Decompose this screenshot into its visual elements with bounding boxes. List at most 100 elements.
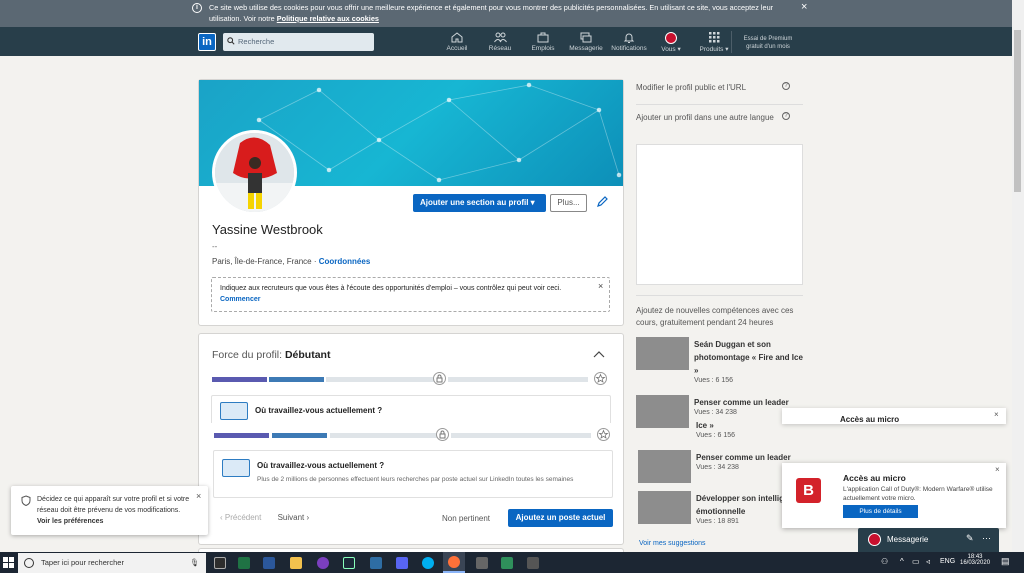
course-thumbnail[interactable]	[638, 450, 691, 483]
shield-icon	[21, 495, 31, 506]
recruiter-text: Indiquez aux recruteurs que vous êtes à …	[220, 285, 562, 292]
open-to-recruiters-box: Indiquez aux recruteurs que vous êtes à …	[211, 277, 610, 312]
network-tray-icon[interactable]: ▭	[912, 557, 920, 566]
app-icon[interactable]	[527, 557, 539, 569]
task-view-icon[interactable]	[214, 557, 226, 569]
add-position-button[interactable]: Ajoutez un poste actuel	[508, 509, 613, 527]
strength-bar-empty	[326, 377, 436, 382]
profile-photo[interactable]	[212, 130, 297, 215]
volume-icon[interactable]: ◃	[926, 557, 930, 566]
bell-icon	[623, 33, 635, 43]
course-title[interactable]: Penser comme un leader	[694, 396, 789, 409]
compose-icon[interactable]: ✎	[966, 533, 974, 544]
taskbar-search[interactable]: Taper ici pour rechercher 🎙	[18, 553, 206, 573]
linkedin-logo[interactable]: in	[198, 33, 216, 51]
cortana-icon	[24, 558, 34, 568]
home-icon	[451, 32, 463, 43]
people-icon[interactable]: ⚇	[881, 557, 888, 566]
scrollbar-thumb[interactable]	[1014, 30, 1021, 192]
lock-icon	[436, 428, 449, 441]
messaging-bar[interactable]: Messagerie ✎ ⋯	[858, 528, 999, 552]
profile-location: Paris, Île-de-France, France · Coordonné…	[212, 257, 371, 266]
nav-home[interactable]: Accueil	[437, 32, 477, 52]
course-thumbnail[interactable]	[638, 491, 691, 524]
nav-jobs[interactable]: Emplois	[523, 32, 563, 52]
more-button[interactable]: Plus...	[550, 194, 587, 212]
strength-bar-empty	[448, 377, 588, 382]
course-title[interactable]: Seán Duggan et son photomontage « Fire a…	[694, 338, 804, 377]
contact-info-link[interactable]: Coordonnées	[319, 257, 371, 266]
microphone-icon[interactable]: 🎙	[190, 553, 200, 573]
strength-bar-filled	[212, 377, 267, 382]
recruiter-start-link[interactable]: Commencer	[220, 296, 260, 303]
app-icon: B	[796, 478, 821, 503]
word-icon[interactable]	[263, 557, 275, 569]
strength-bar-empty	[451, 433, 591, 438]
more-icon[interactable]: ⋯	[982, 533, 991, 544]
next-button[interactable]: Suivant ›	[278, 513, 310, 522]
info-icon: i	[192, 3, 202, 13]
toast-details-button[interactable]: Plus de détails	[843, 505, 918, 518]
help-icon[interactable]: ?	[782, 112, 790, 120]
ad-box[interactable]	[636, 144, 803, 285]
profile-name: Yassine Westbrook	[212, 222, 323, 237]
preferences-link[interactable]: Voir les préférences	[37, 518, 103, 525]
chevron-up-icon[interactable]	[593, 351, 605, 358]
previous-button[interactable]: ‹ Précédent	[220, 513, 261, 522]
course-views: Vues : 18 891	[696, 518, 739, 525]
course-views: Vues : 34 238	[694, 409, 737, 416]
strength-question-box: Où travaillez-vous actuellement ?	[211, 395, 611, 425]
course-title[interactable]: Penser comme un leader	[696, 451, 791, 464]
course-title[interactable]: Ice »	[696, 419, 714, 432]
lock-icon	[433, 372, 446, 385]
network-icon	[493, 32, 507, 43]
course-thumbnail[interactable]	[636, 395, 689, 428]
edit-public-profile-link[interactable]: Modifier le profil public et l'URL	[636, 82, 746, 94]
app-icon[interactable]	[317, 557, 329, 569]
star-icon	[597, 428, 610, 441]
course-views: Vues : 6 156	[694, 377, 734, 384]
nav-products[interactable]: Produits ▾	[694, 32, 734, 53]
cookie-close-button[interactable]: ×	[801, 1, 807, 13]
messaging-label: Messagerie	[887, 535, 929, 544]
course-thumbnail[interactable]	[636, 337, 689, 370]
nav-messaging[interactable]: Messagerie	[566, 32, 606, 52]
strength-overlay: Où travaillez-vous actuellement ? Plus d…	[211, 423, 613, 500]
messaging-icon	[580, 32, 592, 43]
app-icon[interactable]	[370, 557, 382, 569]
toast-notification: B Accès au micro L'application Call of D…	[782, 463, 1006, 528]
recruiter-close-button[interactable]: ×	[598, 281, 603, 291]
discord-icon[interactable]	[396, 557, 408, 569]
language-indicator[interactable]: ENG	[940, 558, 955, 565]
nav-me[interactable]: Vous ▾	[651, 32, 691, 53]
windows-start-icon[interactable]	[3, 557, 14, 568]
app-icon[interactable]	[476, 557, 488, 569]
pencil-icon[interactable]	[597, 196, 608, 207]
divider	[636, 104, 803, 105]
nav-notifications[interactable]: Notifications	[609, 32, 649, 52]
privacy-close-button[interactable]: ×	[196, 491, 201, 501]
other-language-profile-link[interactable]: Ajouter un profil dans une autre langue	[636, 112, 776, 124]
toast-back-close[interactable]: ×	[994, 410, 999, 419]
excel-icon[interactable]	[238, 557, 250, 569]
photos-icon[interactable]	[501, 557, 513, 569]
strength-bar-filled	[269, 377, 324, 382]
see-suggestions-link[interactable]: Voir mes suggestions	[639, 540, 706, 547]
add-section-button[interactable]: Ajouter une section au profil ▾	[413, 194, 546, 212]
clock[interactable]: 18:43 16/03/2020	[960, 554, 990, 566]
firefox-taskbar-button[interactable]	[443, 552, 465, 573]
notification-center-icon[interactable]: ▤	[1001, 556, 1010, 567]
help-icon[interactable]: ?	[782, 82, 790, 90]
file-explorer-icon[interactable]	[290, 557, 302, 569]
tray-chevron-icon[interactable]: ^	[900, 557, 904, 566]
search-input[interactable]: Recherche	[223, 33, 374, 51]
not-relevant-button[interactable]: Non pertinent	[442, 514, 490, 523]
premium-trial-link[interactable]: Essai de Premium gratuit d'un mois	[738, 35, 798, 51]
nav-network[interactable]: Réseau	[480, 32, 520, 52]
skills-heading: Ajoutez de nouvelles compétences avec ce…	[636, 306, 794, 327]
toast-close-button[interactable]: ×	[995, 465, 1000, 474]
strength-question-box: Où travaillez-vous actuellement ? Plus d…	[213, 450, 613, 498]
steam-icon[interactable]	[343, 557, 355, 569]
cookie-policy-link[interactable]: Politique relative aux cookies	[277, 14, 379, 23]
skype-icon[interactable]	[422, 557, 434, 569]
